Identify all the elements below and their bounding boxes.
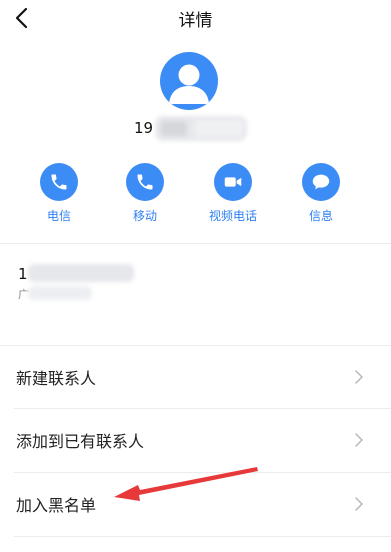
new-contact-item[interactable]: 新建联系人 bbox=[0, 350, 391, 404]
redacted-text bbox=[28, 286, 92, 300]
divider bbox=[0, 345, 391, 346]
menu-item-label: 新建联系人 bbox=[16, 369, 97, 388]
phone-icon bbox=[51, 174, 67, 190]
chevron-right-icon bbox=[355, 370, 363, 384]
page-title: 详情 bbox=[178, 11, 213, 31]
person-icon bbox=[169, 64, 209, 104]
message-icon bbox=[312, 174, 330, 190]
add-to-existing-contact-item[interactable]: 添加到已有联系人 bbox=[0, 413, 391, 467]
phone-number: 19 bbox=[134, 119, 153, 141]
action-row: 电信 移动 视频电话 信息 bbox=[0, 163, 391, 223]
avatar bbox=[160, 52, 218, 110]
contact-detail: 1 广 bbox=[18, 262, 138, 304]
action-label: 电信 bbox=[46, 209, 71, 223]
header-bar: 详情 bbox=[0, 0, 391, 36]
divider bbox=[14, 472, 391, 473]
action-label: 信息 bbox=[308, 209, 333, 223]
call-mobile-button[interactable]: 移动 bbox=[105, 163, 185, 224]
chevron-right-icon bbox=[355, 433, 363, 447]
video-camera-icon bbox=[224, 177, 242, 187]
menu-item-label: 添加到已有联系人 bbox=[16, 432, 145, 451]
message-button[interactable]: 信息 bbox=[281, 163, 361, 224]
video-call-button[interactable]: 视频电话 bbox=[193, 163, 273, 224]
divider bbox=[0, 243, 391, 244]
phone-icon bbox=[137, 174, 153, 190]
action-label: 移动 bbox=[132, 209, 157, 223]
menu-item-label: 加入黑名单 bbox=[16, 496, 97, 515]
action-label: 视频电话 bbox=[208, 209, 257, 223]
add-to-blacklist-item[interactable]: 加入黑名单 bbox=[0, 477, 391, 531]
call-telecom-button[interactable]: 电信 bbox=[19, 163, 99, 224]
divider bbox=[14, 536, 391, 537]
detail-line-1: 1 bbox=[18, 265, 28, 283]
phone-number-prefix: 19 bbox=[134, 119, 154, 137]
redacted-text bbox=[28, 264, 134, 282]
divider bbox=[14, 408, 391, 409]
chevron-right-icon bbox=[355, 497, 363, 511]
redacted-number bbox=[155, 116, 247, 141]
